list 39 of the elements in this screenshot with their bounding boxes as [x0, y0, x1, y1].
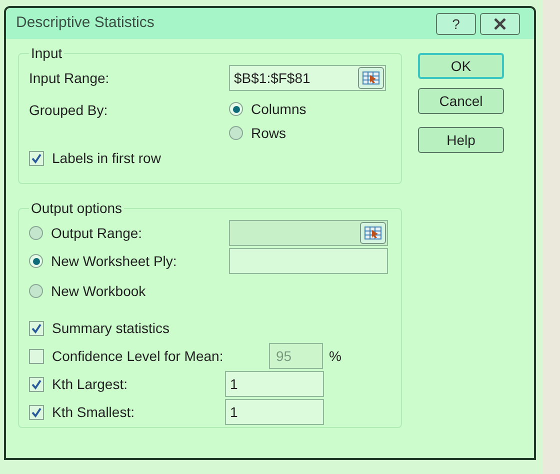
number-field[interactable]: 1: [225, 371, 324, 397]
worksheet-name-field[interactable]: [229, 248, 388, 274]
radio-button[interactable]: [29, 284, 43, 298]
close-button[interactable]: [480, 12, 520, 34]
help-button[interactable]: ?: [436, 12, 476, 34]
dialog-button[interactable]: OK: [418, 53, 504, 79]
input-range-field[interactable]: $B$1:$F$81: [229, 65, 386, 91]
radio-button[interactable]: [29, 254, 43, 268]
output-range-field[interactable]: [229, 220, 388, 246]
field-label: Input Range:: [29, 68, 110, 88]
checkbox[interactable]: [29, 150, 44, 166]
radio-button[interactable]: [229, 102, 243, 116]
range-select-icon[interactable]: [360, 222, 386, 244]
number-field[interactable]: 1: [225, 399, 324, 425]
percent-sign: %: [329, 346, 342, 366]
radio-button[interactable]: [229, 126, 243, 140]
radio-label[interactable]: New Worksheet Ply:: [51, 250, 177, 272]
radio-label[interactable]: Rows: [251, 122, 286, 144]
checkbox[interactable]: [29, 404, 44, 420]
range-select-icon[interactable]: [358, 67, 384, 89]
radio-label[interactable]: New Workbook: [51, 280, 146, 302]
checkbox-label[interactable]: Labels in first row: [52, 148, 161, 168]
checkbox-label[interactable]: Kth Smallest:: [52, 402, 134, 422]
checkbox-label[interactable]: Confidence Level for Mean:: [52, 346, 224, 366]
checkbox[interactable]: [29, 348, 44, 364]
radio-label[interactable]: Output Range:: [51, 222, 142, 244]
field-label: Grouped By:: [29, 101, 109, 118]
radio-label[interactable]: Columns: [251, 98, 306, 120]
checkbox-label[interactable]: Kth Largest:: [52, 374, 128, 394]
dialog-button[interactable]: Cancel: [418, 88, 504, 114]
checkbox-label[interactable]: Summary statistics: [52, 318, 170, 338]
window-title: Descriptive Statistics: [16, 13, 156, 34]
group-title: Input: [30, 44, 64, 63]
radio-button[interactable]: [29, 226, 43, 240]
close-icon: [493, 18, 507, 30]
checkbox[interactable]: [29, 376, 44, 392]
group-title: Output options: [30, 199, 124, 218]
dialog-button[interactable]: Help: [418, 127, 504, 153]
checkbox[interactable]: [29, 320, 44, 336]
